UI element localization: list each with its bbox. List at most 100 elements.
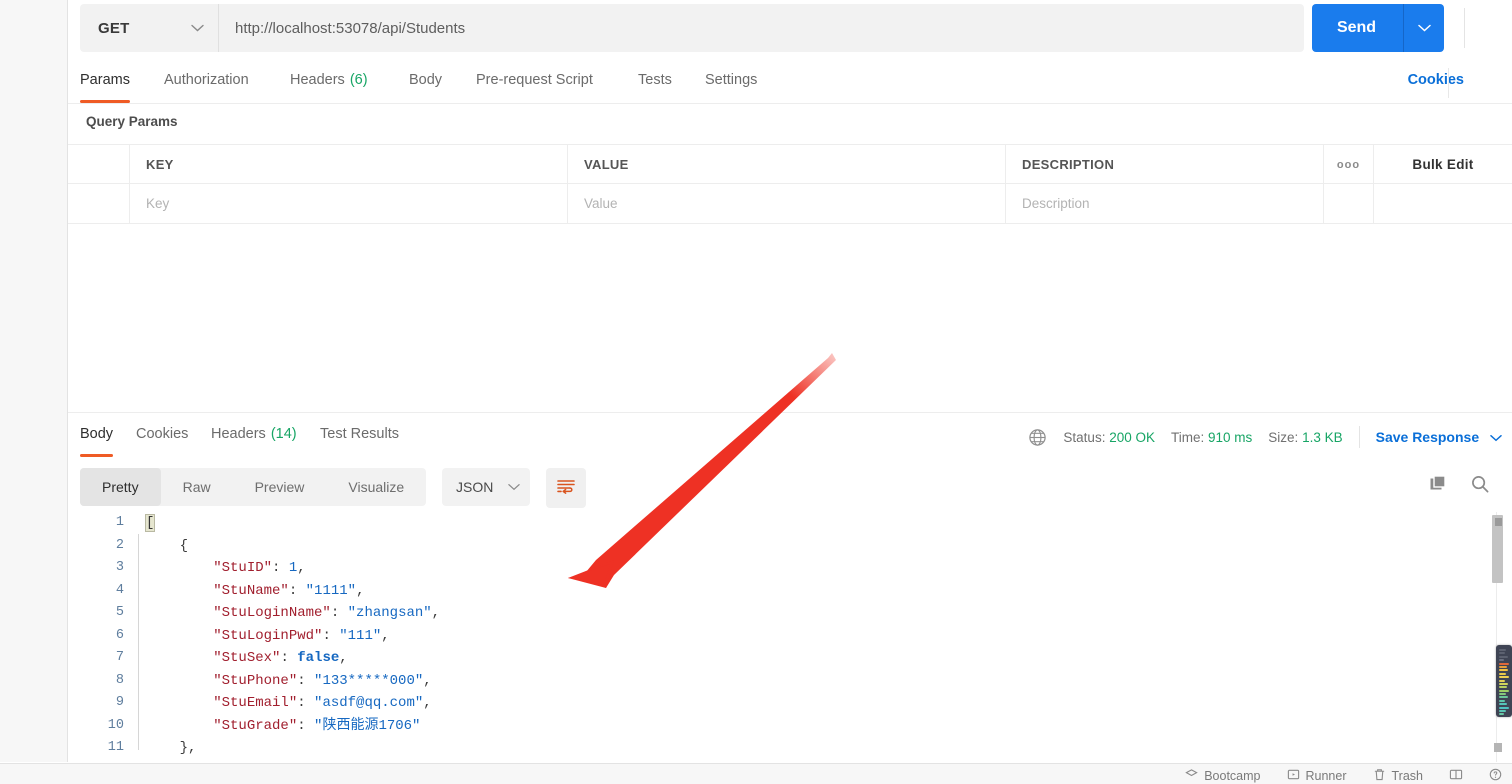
minimap-line <box>1499 682 1508 685</box>
urlbar-divider <box>1464 8 1465 48</box>
tab-params-label: Params <box>80 72 130 88</box>
code-content: [ { "StuID": 1, "StuName": "1111", "StuL… <box>144 512 440 760</box>
tab-params[interactable]: Params <box>80 62 130 104</box>
code-token: "陕西能源1706" <box>314 717 421 734</box>
code-token: : <box>272 560 289 576</box>
response-body-json[interactable]: 1 2 3 4 5 6 7 8 9 10 11 [ { "StuID": 1, "StuName":… <box>68 512 1512 762</box>
minimap-line <box>1499 662 1509 665</box>
sidebar-empty-title: s <box>0 190 67 208</box>
trash-label: Trash <box>1391 769 1424 783</box>
code-token: : <box>297 717 315 734</box>
search-icon[interactable] <box>1470 474 1490 499</box>
param-description-input[interactable]: Description <box>1006 184 1324 223</box>
minimap-line <box>1499 669 1508 672</box>
code-token: : <box>280 650 298 666</box>
layout-panel-icon <box>1449 768 1463 784</box>
code-token: : <box>330 605 348 621</box>
response-tab-body[interactable]: Body <box>80 416 114 458</box>
code-token: false <box>297 650 340 666</box>
tab-headers-label: Headers <box>290 72 345 88</box>
view-mode-visualize[interactable]: Visualize <box>326 468 426 506</box>
code-token: , <box>423 672 432 689</box>
view-mode-pretty[interactable]: Pretty <box>80 468 161 506</box>
layout-panel-button[interactable] <box>1449 768 1463 784</box>
code-token: , <box>381 627 390 644</box>
bootcamp-button[interactable]: Bootcamp <box>1185 768 1261 784</box>
tab-headers[interactable]: Headers (6) <box>290 62 368 104</box>
size-badge: Size: 1.3 KB <box>1268 430 1342 445</box>
response-tab-test-results[interactable]: Test Results <box>320 416 399 458</box>
cookies-link[interactable]: Cookies <box>1408 72 1464 88</box>
code-token: "StuGrade" <box>213 717 298 734</box>
table-header-row: KEY VALUE DESCRIPTION ooo Bulk Edit <box>68 145 1512 184</box>
code-line: "StuLoginPwd": "111", <box>146 625 440 648</box>
trash-button[interactable]: Trash <box>1373 768 1424 784</box>
scrollbar-bottom-marker <box>1494 743 1502 752</box>
code-token: "StuLoginName" <box>213 605 331 621</box>
tab-pre-request-script[interactable]: Pre-request Script <box>476 62 593 104</box>
http-method-select[interactable]: GET <box>80 4 218 52</box>
query-params-title: Query Params <box>86 114 178 129</box>
minimap-line <box>1499 679 1505 682</box>
copy-icon[interactable] <box>1428 474 1448 499</box>
minimap-line <box>1499 676 1509 679</box>
minimap-line <box>1499 659 1504 662</box>
tab-tests[interactable]: Tests <box>638 62 672 104</box>
view-mode-raw[interactable]: Raw <box>161 468 233 506</box>
response-tab-cookies[interactable]: Cookies <box>136 416 188 458</box>
time-value: 910 ms <box>1208 429 1253 445</box>
send-button[interactable]: Send <box>1312 4 1444 52</box>
code-token: "StuSex" <box>213 650 281 666</box>
tab-authorization[interactable]: Authorization <box>164 62 249 104</box>
response-separator <box>68 412 1512 413</box>
url-input[interactable]: http://localhost:53078/api/Students <box>218 4 1304 52</box>
body-scrollbar[interactable] <box>1492 512 1503 762</box>
minimap-line <box>1499 652 1505 655</box>
minimap-line <box>1499 710 1506 713</box>
request-tabs: Params Authorization Headers (6) Body Pr… <box>68 62 1512 104</box>
code-token: "asdf@qq.com" <box>314 695 424 711</box>
line-number: 6 <box>115 627 124 643</box>
line-number: 1 <box>115 515 124 530</box>
runner-button[interactable]: Runner <box>1287 768 1347 784</box>
bootcamp-icon <box>1185 768 1198 784</box>
row-checkbox-cell[interactable] <box>68 184 130 223</box>
query-params-table: KEY VALUE DESCRIPTION ooo Bulk Edit Key … <box>68 144 1512 224</box>
bulk-edit-button[interactable]: Bulk Edit <box>1412 157 1473 172</box>
help-button[interactable] <box>1489 768 1502 784</box>
response-body-toolbar: Pretty Raw Preview Visualize JSON <box>68 466 1512 510</box>
code-token: "1111" <box>305 582 357 599</box>
minimap-line <box>1499 693 1506 696</box>
tab-headers-count: (6) <box>349 72 368 88</box>
send-options-button[interactable] <box>1404 24 1444 32</box>
more-options-icon[interactable]: ooo <box>1337 159 1360 171</box>
response-meta: Status: 200 OK Time: 910 ms Size: 1.3 KB… <box>1028 426 1502 448</box>
word-wrap-button[interactable] <box>546 468 586 508</box>
code-token: [ <box>144 514 156 532</box>
view-mode-preview[interactable]: Preview <box>233 468 327 506</box>
sidebar: s ests, un. <box>0 0 68 762</box>
response-tab-headers-count: (14) <box>270 426 297 442</box>
tab-body[interactable]: Body <box>409 62 442 104</box>
code-minimap[interactable] <box>1496 645 1512 717</box>
line-number: 9 <box>115 695 124 710</box>
response-format-select[interactable]: JSON <box>442 468 530 506</box>
response-tab-headers[interactable]: Headers (14) <box>211 416 297 458</box>
code-line: "StuLoginName": "zhangsan", <box>146 602 440 625</box>
code-token: , <box>339 650 348 666</box>
code-token: : <box>297 695 315 711</box>
scrollbar-thumb[interactable] <box>1492 515 1503 583</box>
tab-settings[interactable]: Settings <box>705 62 757 104</box>
code-token: "133*****000" <box>314 672 424 689</box>
param-key-input[interactable]: Key <box>130 184 568 223</box>
param-value-input[interactable]: Value <box>568 184 1006 223</box>
time-badge: Time: 910 ms <box>1171 430 1252 445</box>
save-response-button[interactable]: Save Response <box>1376 429 1502 445</box>
minimap-line <box>1499 706 1509 709</box>
code-line: "StuEmail": "asdf@qq.com", <box>146 692 440 715</box>
minimap-line <box>1499 672 1506 675</box>
runner-icon <box>1287 768 1300 784</box>
code-token: : <box>297 672 315 689</box>
main-panel: GET http://localhost:53078/api/Students … <box>68 0 1512 762</box>
status-label: Status: <box>1063 429 1106 445</box>
